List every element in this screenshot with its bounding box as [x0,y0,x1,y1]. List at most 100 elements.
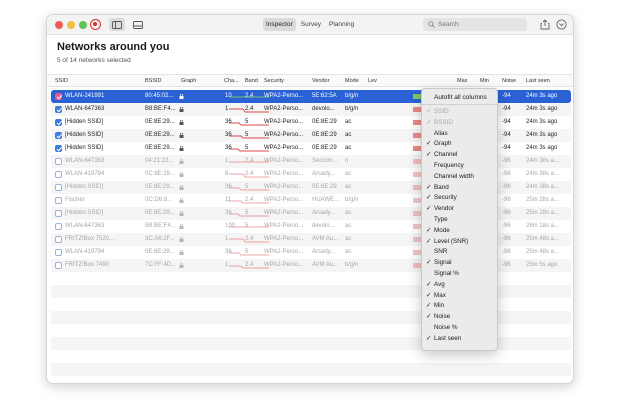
column-header-bssid[interactable]: BSSID [145,75,162,87]
checkmark-icon: ✓ [426,237,432,245]
menu-item-mode[interactable]: ✓ Mode [422,226,497,237]
row-checkbox[interactable] [55,119,62,126]
min-cell: -94 [502,93,511,99]
column-header-graph[interactable]: Graph [181,75,196,87]
menu-item-graph[interactable]: ✓ Graph [422,139,497,150]
row-checkbox[interactable] [55,210,62,217]
row-checkbox[interactable] [55,132,62,139]
column-header-security[interactable]: Security [264,75,284,87]
band-cell: 2.4 [245,197,254,203]
window-icon[interactable] [131,18,145,31]
row-checkbox[interactable] [55,249,62,256]
mode-cell: b/g/n [345,106,359,112]
row-checkbox[interactable] [55,184,62,191]
menu-item-last-seen[interactable]: ✓ Last seen [422,334,497,345]
checkmark-icon: ✓ [426,313,432,321]
row-checkbox[interactable] [55,145,62,152]
column-header-max[interactable]: Max [457,75,467,87]
autofit-columns-item[interactable]: Autofit all columns [422,91,497,105]
sidebar-icon[interactable] [109,18,125,31]
channel-cell: 36 [225,145,232,151]
menu-item-level-snr[interactable]: ✓ Level (SNR) [422,237,497,248]
menu-item-security[interactable]: ✓ Security [422,193,497,204]
column-header-channel[interactable]: Cha... [224,75,239,87]
mode-cell: ac [345,145,352,151]
search-field[interactable] [423,18,527,31]
menu-item-vendor[interactable]: ✓ Vendor [422,204,497,215]
security-cell: WPA2-Perso... [264,93,304,99]
menu-item-signal[interactable]: Signal % [422,269,497,280]
bssid-cell: 0E:8E:29... [145,249,175,255]
menu-item-channel-width[interactable]: Channel width [422,172,497,183]
row-checkbox[interactable] [55,106,62,113]
app-window: Inspector Survey Planning Networks aroun… [46,14,574,384]
min-cell: -96 [502,171,511,177]
column-header-vendor[interactable]: Vendor [312,75,329,87]
more-icon[interactable] [556,19,567,30]
row-checkbox[interactable] [55,158,62,165]
last-seen-cell: 24m 38s a... [526,158,560,164]
security-cell: WPA2-Perso... [264,210,304,216]
band-cell: 2.4 [245,106,254,112]
column-header-level[interactable]: Lev [368,75,377,87]
channel-cell: 100 [225,223,236,229]
menu-item-snr[interactable]: SNR [422,247,497,258]
share-icon[interactable] [540,19,550,30]
ssid-cell: WLAN-647363 [65,106,105,112]
row-checkbox[interactable] [55,93,62,100]
row-checkbox[interactable] [55,223,62,230]
row-checkbox[interactable] [55,236,62,243]
tab-planning[interactable]: Planning [326,18,357,31]
menu-item-channel[interactable]: ✓ Channel [422,150,497,161]
menu-item-noise[interactable]: Noise % [422,323,497,334]
column-header-mode[interactable]: Mode [345,75,359,87]
menu-item-max[interactable]: ✓ Max [422,291,497,302]
column-header-last-seen[interactable]: Last seen [526,75,550,87]
mode-cell: n [345,158,349,164]
zoom-window-button[interactable] [79,21,87,29]
menu-item-noise[interactable]: ✓ Noise [422,312,497,323]
checkmark-icon: ✓ [426,118,432,126]
checkmark-icon: ✓ [426,183,432,191]
checkmark-icon: ✓ [426,259,432,267]
mode-cell: ac [345,171,352,177]
checkmark-icon: ✓ [426,302,432,310]
view-segmented-control: Inspector Survey Planning [263,18,357,31]
close-window-button[interactable] [55,21,63,29]
menu-item-label: Vendor [434,205,454,213]
security-cell: WPA2-Perso... [264,132,304,138]
checkmark-icon: ✓ [426,194,432,202]
menu-item-type[interactable]: Type [422,215,497,226]
menu-item-band[interactable]: ✓ Band [422,183,497,194]
menu-item-avg[interactable]: ✓ Avg [422,280,497,291]
menu-item-alias[interactable]: Alias [422,129,497,140]
mode-cell: b/g/n [345,93,359,99]
menu-item-signal[interactable]: ✓ Signal [422,258,497,269]
column-header-band[interactable]: Band [245,75,258,87]
row-checkbox[interactable] [55,197,62,204]
lock-icon [179,159,184,164]
column-header-noise[interactable]: Noise [502,75,516,87]
row-checkbox[interactable] [55,171,62,178]
checkmark-icon: ✓ [426,108,432,115]
tab-inspector[interactable]: Inspector [263,18,296,31]
last-seen-cell: 25m 48s a... [526,236,560,242]
vendor-cell: Arcady... [312,249,336,255]
row-checkbox[interactable] [55,262,62,269]
menu-item-min[interactable]: ✓ Min [422,301,497,312]
channel-cell: 11 [225,197,232,203]
tab-survey[interactable]: Survey [298,18,324,31]
column-header-min[interactable]: Min [480,75,489,87]
menu-item-label: Graph [434,140,452,148]
search-input[interactable] [438,21,526,28]
lock-icon [179,94,184,99]
record-icon[interactable] [90,19,101,30]
security-cell: WPA2-Perso... [264,171,304,177]
menu-item-label: Channel width [434,172,474,180]
menu-item-frequency[interactable]: Frequency [422,161,497,172]
security-cell: WPA2-Perso... [264,158,304,164]
band-cell: 5 [245,210,249,216]
minimize-window-button[interactable] [67,21,75,29]
lock-icon [179,172,184,177]
column-header-ssid[interactable]: SSID [55,75,68,87]
